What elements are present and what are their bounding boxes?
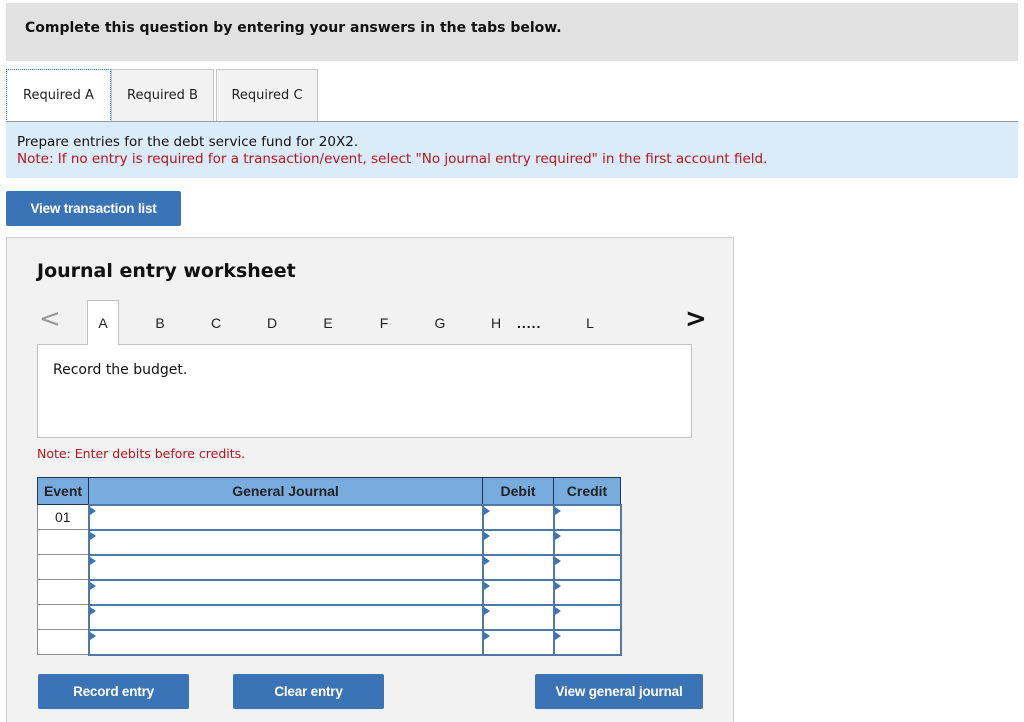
header-general-journal: General Journal: [88, 477, 483, 505]
tab-required-a[interactable]: Required A: [6, 69, 111, 122]
tab-required-c[interactable]: Required C: [216, 69, 318, 121]
transaction-description: Record the budget.: [53, 362, 188, 378]
credit-input[interactable]: [552, 603, 622, 631]
account-input[interactable]: [87, 603, 484, 631]
debit-input[interactable]: [481, 628, 555, 656]
credit-input[interactable]: [552, 553, 622, 581]
question-title: Complete this question by entering your …: [25, 20, 562, 36]
chevron-right-icon[interactable]: >: [685, 304, 707, 334]
debits-credits-note: Note: Enter debits before credits.: [37, 446, 246, 461]
event-cell: [37, 604, 89, 630]
event-cell: [37, 629, 89, 655]
event-cell: [37, 554, 89, 580]
view-transaction-list-button[interactable]: View transaction list: [6, 191, 181, 226]
account-input[interactable]: [87, 528, 484, 556]
clear-entry-button[interactable]: Clear entry: [233, 674, 384, 709]
credit-input[interactable]: [552, 528, 622, 556]
transaction-description-box: Record the budget.: [37, 344, 692, 438]
worksheet-tab-c[interactable]: C: [199, 300, 233, 346]
table-row: 01: [37, 503, 622, 531]
event-cell: [37, 579, 89, 605]
table-row: [37, 578, 622, 606]
header-event: Event: [37, 477, 89, 505]
event-cell: [37, 529, 89, 555]
worksheet-tab-d[interactable]: D: [255, 300, 289, 346]
worksheet-nav: < A B C D E F G H ..... L >: [7, 300, 733, 346]
worksheet-tab-e[interactable]: E: [311, 300, 345, 346]
journal-entry-worksheet: Journal entry worksheet < A B C D E F G …: [6, 237, 734, 722]
instruction-prompt: Prepare entries for the debt service fun…: [17, 134, 359, 150]
account-input[interactable]: [87, 628, 484, 656]
account-input[interactable]: [87, 553, 484, 581]
debit-input[interactable]: [481, 503, 555, 531]
table-row: [37, 603, 622, 631]
account-input[interactable]: [87, 503, 484, 531]
worksheet-tab-f[interactable]: F: [367, 300, 401, 346]
tab-required-b[interactable]: Required B: [111, 69, 214, 121]
worksheet-tab-g[interactable]: G: [423, 300, 457, 346]
worksheet-tab-h[interactable]: H: [479, 300, 513, 346]
view-general-journal-button[interactable]: View general journal: [535, 674, 703, 709]
credit-input[interactable]: [552, 628, 622, 656]
account-input[interactable]: [87, 578, 484, 606]
header-debit: Debit: [482, 477, 554, 505]
instruction-note: Note: If no entry is required for a tran…: [17, 151, 768, 167]
event-cell: 01: [37, 504, 89, 530]
table-row: [37, 553, 622, 581]
worksheet-title: Journal entry worksheet: [37, 260, 296, 282]
table-header-row: Event General Journal Debit Credit: [37, 477, 621, 505]
header-credit: Credit: [553, 477, 621, 505]
debit-input[interactable]: [481, 578, 555, 606]
question-banner: Complete this question by entering your …: [6, 3, 1018, 61]
worksheet-tab-b[interactable]: B: [143, 300, 177, 346]
worksheet-tab-ellipsis: .....: [517, 315, 542, 331]
table-row: [37, 528, 622, 556]
worksheet-tab-a[interactable]: A: [87, 300, 119, 345]
journal-entry-table: Event General Journal Debit Credit 01: [37, 477, 622, 656]
table-row: [37, 628, 622, 656]
chevron-left-icon[interactable]: <: [39, 304, 61, 334]
debit-input[interactable]: [481, 553, 555, 581]
record-entry-button[interactable]: Record entry: [38, 674, 189, 709]
debit-input[interactable]: [481, 528, 555, 556]
instructions-panel: Prepare entries for the debt service fun…: [6, 122, 1018, 178]
debit-input[interactable]: [481, 603, 555, 631]
worksheet-tab-l[interactable]: L: [573, 300, 607, 346]
credit-input[interactable]: [552, 578, 622, 606]
credit-input[interactable]: [552, 503, 622, 531]
